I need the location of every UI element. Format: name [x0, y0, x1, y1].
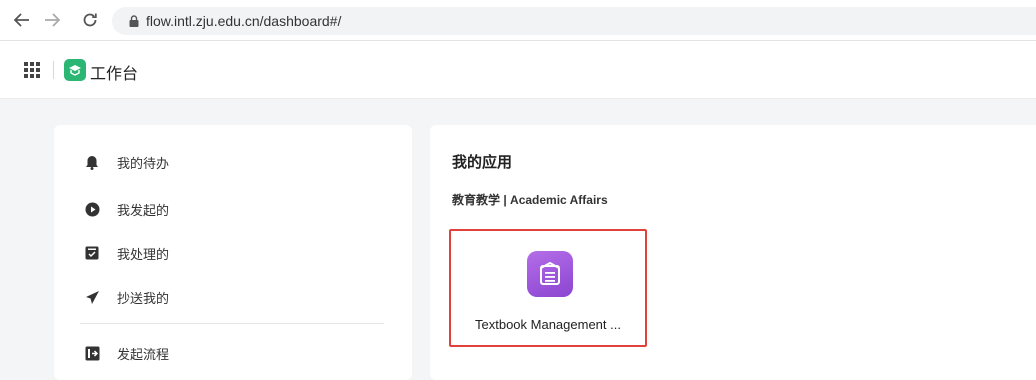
sidebar-item-label: 发起流程 [117, 346, 170, 362]
sidebar-item-cc[interactable]: 抄送我的 [84, 285, 169, 309]
header-divider [53, 61, 54, 79]
document-icon [527, 251, 573, 297]
sidebar-item-label: 抄送我的 [117, 290, 170, 306]
app-title[interactable]: 工作台 [90, 60, 138, 84]
menu-divider [80, 323, 384, 324]
bell-icon [84, 154, 100, 170]
start-process-icon [84, 345, 100, 361]
address-bar[interactable]: flow.intl.zju.edu.cn/dashboard#/ [112, 7, 1036, 35]
send-icon [84, 289, 100, 305]
sidebar-item-todo[interactable]: 我的待办 [84, 150, 169, 174]
app-group-title: 教育教学 | Academic Affairs [452, 193, 608, 207]
lock-icon [128, 15, 140, 27]
app-header: 工作台 [0, 41, 1036, 99]
app-card-label: Textbook Management ... [475, 317, 621, 332]
workbench-logo-icon[interactable] [64, 59, 86, 81]
sidebar-item-label: 我发起的 [117, 202, 170, 218]
sidebar-item-label: 我的待办 [117, 155, 170, 171]
browser-toolbar: flow.intl.zju.edu.cn/dashboard#/ [0, 0, 1036, 41]
sidebar-item-initiated[interactable]: 我发起的 [84, 197, 169, 221]
play-circle-icon [84, 201, 100, 217]
sidebar-item-label: 我处理的 [117, 246, 170, 262]
my-apps-panel: 我的应用 教育教学 | Academic Affairs Textbook Ma… [430, 125, 1036, 380]
sidebar-item-handled[interactable]: 我处理的 [84, 241, 169, 265]
url-text[interactable]: flow.intl.zju.edu.cn/dashboard#/ [146, 13, 341, 29]
forward-arrow-icon[interactable] [42, 10, 62, 30]
back-arrow-icon[interactable] [12, 10, 32, 30]
app-card-textbook-management[interactable]: Textbook Management ... [449, 229, 647, 347]
section-title: 我的应用 [452, 154, 513, 171]
sidebar-menu: 我的待办 我发起的 我处理的 抄送我的 发起流程 [54, 125, 412, 380]
inbox-check-icon [84, 245, 100, 261]
apps-grid-icon[interactable] [24, 62, 40, 78]
sidebar-item-start-process[interactable]: 发起流程 [84, 341, 169, 365]
reload-icon[interactable] [80, 10, 100, 30]
